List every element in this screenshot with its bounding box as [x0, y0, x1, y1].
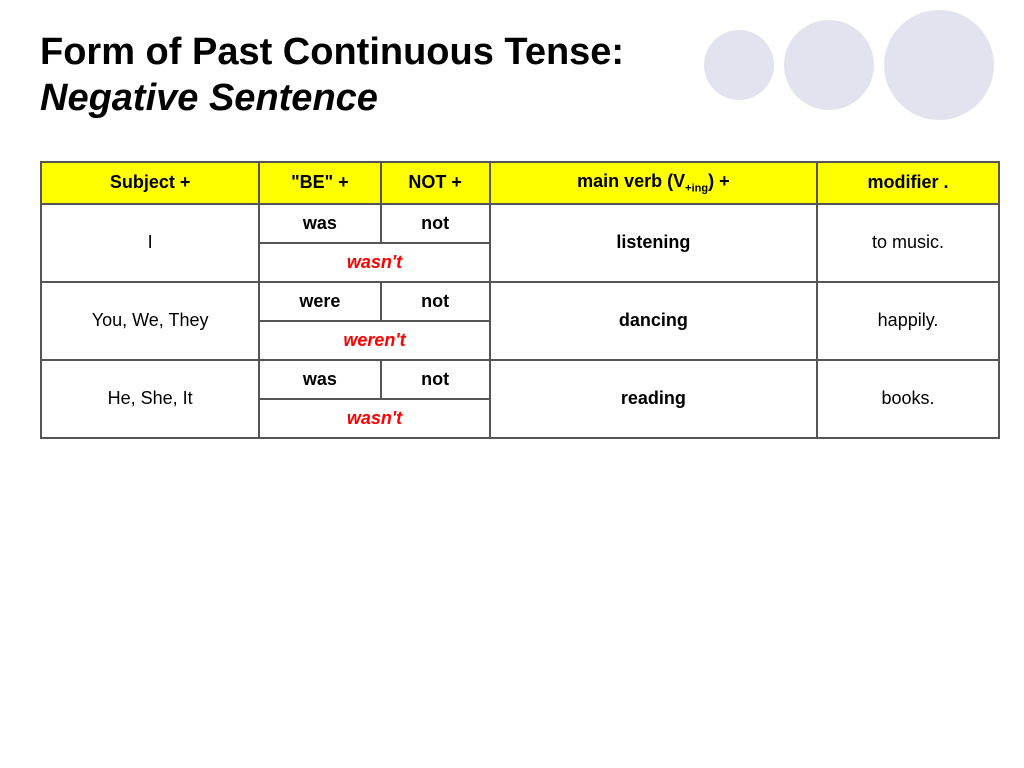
subject-you-we-they: You, We, They [41, 282, 259, 360]
modifier-books: books. [817, 360, 999, 438]
header-mainverb: main verb (V+ing) + [490, 162, 817, 204]
not-2: not [381, 282, 490, 321]
circle-small [704, 30, 774, 100]
contraction-wasnt-3: wasn't [259, 399, 489, 438]
header-mainverb-sub: +ing [685, 183, 708, 195]
decorative-circles [704, 10, 994, 120]
contraction-wasnt-1: wasn't [259, 243, 489, 282]
header-modifier: modifier . [817, 162, 999, 204]
modifier-happily: happily. [817, 282, 999, 360]
grammar-table: Subject + "BE" + NOT + main verb (V+ing)… [40, 161, 1000, 439]
be-was-3: was [259, 360, 380, 399]
be-were: were [259, 282, 380, 321]
header-mainverb-text: main verb (V [577, 171, 685, 191]
header-mainverb-suffix: ) + [708, 171, 730, 191]
not-3: not [381, 360, 490, 399]
modifier-music: to music. [817, 204, 999, 282]
page: Form of Past Continuous Tense: Negative … [0, 0, 1024, 768]
mainverb-dancing: dancing [490, 282, 817, 360]
mainverb-reading: reading [490, 360, 817, 438]
page-title: Form of Past Continuous Tense: Negative … [40, 30, 740, 121]
circle-large [884, 10, 994, 120]
subject-i: I [41, 204, 259, 282]
table-header-row: Subject + "BE" + NOT + main verb (V+ing)… [41, 162, 999, 204]
table-row: I was not listening to music. [41, 204, 999, 243]
title-line2: Negative Sentence [40, 77, 378, 119]
header-subject: Subject + [41, 162, 259, 204]
be-was-1: was [259, 204, 380, 243]
header-be: "BE" + [259, 162, 380, 204]
mainverb-listening: listening [490, 204, 817, 282]
not-1: not [381, 204, 490, 243]
table-row: He, She, It was not reading books. [41, 360, 999, 399]
header-not: NOT + [381, 162, 490, 204]
table-row: You, We, They were not dancing happily. [41, 282, 999, 321]
title-line1: Form of Past Continuous Tense: [40, 31, 624, 73]
contraction-werent: weren't [259, 321, 489, 360]
subject-he-she-it: He, She, It [41, 360, 259, 438]
circle-medium [784, 20, 874, 110]
